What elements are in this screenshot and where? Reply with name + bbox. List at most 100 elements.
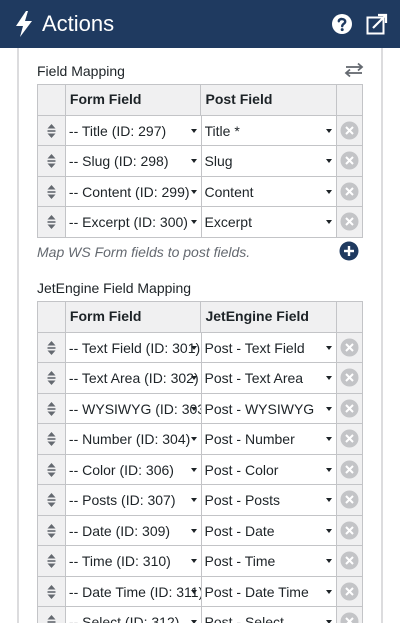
drag-handle[interactable] xyxy=(38,207,66,238)
jetengine-mapping-title: JetEngine Field Mapping xyxy=(37,280,192,296)
delete-row-button[interactable] xyxy=(337,207,363,238)
chevron-down-icon xyxy=(326,589,333,594)
delete-row-button[interactable] xyxy=(337,546,363,577)
target-field-select[interactable]: Post - Color xyxy=(201,454,338,485)
target-field-select[interactable]: Post - Time xyxy=(201,546,338,577)
table-row: -- WYSIWYG (ID: 303) Post - WYSIWYG xyxy=(38,393,363,424)
delete-row-button[interactable] xyxy=(337,363,363,394)
target-field-select[interactable]: Post - Text Field xyxy=(201,332,338,363)
sort-handle-icon xyxy=(47,493,56,507)
target-field-select[interactable]: Slug xyxy=(201,146,338,177)
target-field-select[interactable]: Post - Date Time xyxy=(201,576,338,607)
drag-handle[interactable] xyxy=(38,146,66,177)
form-field-select[interactable]: -- Text Area (ID: 302) xyxy=(65,363,202,394)
delete-row-button[interactable] xyxy=(337,332,363,363)
sort-handle-icon xyxy=(47,432,56,446)
table-row: -- Time (ID: 310) Post - Time xyxy=(38,546,363,577)
form-field-select[interactable]: -- Excerpt (ID: 300) xyxy=(65,207,202,238)
delete-row-button[interactable] xyxy=(337,393,363,424)
form-field-select[interactable]: -- Text Field (ID: 301) xyxy=(65,332,202,363)
panel-border-right xyxy=(381,48,383,623)
drag-handle[interactable] xyxy=(38,515,66,546)
target-field-select[interactable]: Excerpt xyxy=(201,207,338,238)
table-header-row: Form Field JetEngine Field xyxy=(38,302,363,333)
drag-handle[interactable] xyxy=(38,546,66,577)
select-value: Post - Posts xyxy=(204,492,280,508)
chevron-down-icon xyxy=(326,528,333,533)
delete-row-button[interactable] xyxy=(337,485,363,516)
close-icon xyxy=(340,338,359,356)
expand-icon[interactable] xyxy=(366,13,388,35)
delete-row-button[interactable] xyxy=(337,576,363,607)
header-handle-cell xyxy=(38,85,66,116)
help-icon[interactable] xyxy=(331,13,353,35)
chevron-down-icon xyxy=(326,220,333,224)
select-value: -- Date (ID: 309) xyxy=(68,522,171,539)
drag-handle[interactable] xyxy=(38,332,66,363)
drag-handle[interactable] xyxy=(38,607,66,623)
sort-handle-icon xyxy=(47,184,56,199)
table-row: -- Posts (ID: 307) Post - Posts xyxy=(38,485,363,516)
add-row-button[interactable] xyxy=(339,241,359,261)
drag-handle[interactable] xyxy=(38,485,66,516)
swap-icon[interactable] xyxy=(344,62,364,78)
header-delete-cell xyxy=(337,85,363,116)
select-value: -- Title (ID: 297) xyxy=(68,122,167,139)
target-field-select[interactable]: Post - Number xyxy=(201,424,338,455)
target-field-select[interactable]: Post - Select xyxy=(202,607,338,623)
form-field-select[interactable]: -- Date (ID: 309) xyxy=(65,515,202,546)
target-field-select[interactable]: Post - Text Area xyxy=(201,363,338,394)
table-row: -- Date (ID: 309) Post - Date xyxy=(38,515,363,546)
close-icon xyxy=(340,490,359,509)
delete-row-button[interactable] xyxy=(337,515,363,546)
page-title: Actions xyxy=(42,11,115,36)
form-field-select[interactable]: -- Time (ID: 310) xyxy=(65,546,202,577)
table-row: -- Text Field (ID: 301) Post - Text Field xyxy=(38,332,363,363)
sort-handle-icon xyxy=(47,462,56,477)
delete-row-button[interactable] xyxy=(337,454,363,485)
drag-handle[interactable] xyxy=(38,393,66,424)
form-field-select[interactable]: -- Posts (ID: 307) xyxy=(65,485,202,516)
close-icon xyxy=(340,521,359,539)
close-icon xyxy=(340,429,359,448)
select-value: Post - Date xyxy=(204,522,275,539)
select-value: -- Number (ID: 304) xyxy=(68,431,191,447)
drag-handle[interactable] xyxy=(38,363,66,394)
delete-row-button[interactable] xyxy=(337,176,363,207)
form-field-select[interactable]: -- Date Time (ID: 311) xyxy=(65,576,202,607)
form-field-select[interactable]: -- Number (ID: 304) xyxy=(65,424,202,455)
form-field-select[interactable]: -- Content (ID: 299) xyxy=(65,176,202,207)
form-field-select[interactable]: -- Select (ID: 312) xyxy=(66,607,202,623)
select-value: -- Time (ID: 310) xyxy=(68,553,171,569)
target-field-select[interactable]: Post - WYSIWYG xyxy=(201,393,338,424)
delete-row-button[interactable] xyxy=(337,424,363,455)
table-row: -- Color (ID: 306) Post - Color xyxy=(38,454,363,485)
form-field-select[interactable]: -- Title (ID: 297) xyxy=(65,115,202,146)
chevron-down-icon xyxy=(326,559,333,563)
target-field-select[interactable]: Post - Posts xyxy=(201,485,338,516)
drag-handle[interactable] xyxy=(38,424,66,455)
sort-handle-icon xyxy=(47,154,56,168)
chevron-down-icon xyxy=(326,189,333,194)
close-icon xyxy=(340,182,359,200)
drag-handle[interactable] xyxy=(38,454,66,485)
chevron-down-icon xyxy=(326,159,333,163)
delete-row-button[interactable] xyxy=(337,607,363,623)
drag-handle[interactable] xyxy=(38,115,66,146)
target-field-select[interactable]: Post - Date xyxy=(201,515,338,546)
delete-row-button[interactable] xyxy=(337,146,363,177)
drag-handle[interactable] xyxy=(38,176,66,207)
target-field-select[interactable]: Title * xyxy=(201,115,338,146)
chevron-down-icon xyxy=(190,559,197,563)
select-value: Post - Time xyxy=(204,553,276,569)
table-row: -- Date Time (ID: 311) Post - Date Time xyxy=(38,576,363,607)
chevron-down-icon xyxy=(326,498,333,502)
form-field-select[interactable]: -- WYSIWYG (ID: 303) xyxy=(65,393,202,424)
target-field-select[interactable]: Content xyxy=(201,176,338,207)
delete-row-button[interactable] xyxy=(337,115,363,146)
column-header: Form Field xyxy=(65,302,202,333)
drag-handle[interactable] xyxy=(38,576,66,607)
form-field-select[interactable]: -- Slug (ID: 298) xyxy=(65,146,202,177)
form-field-select[interactable]: -- Color (ID: 306) xyxy=(65,454,202,485)
close-icon xyxy=(340,460,359,478)
